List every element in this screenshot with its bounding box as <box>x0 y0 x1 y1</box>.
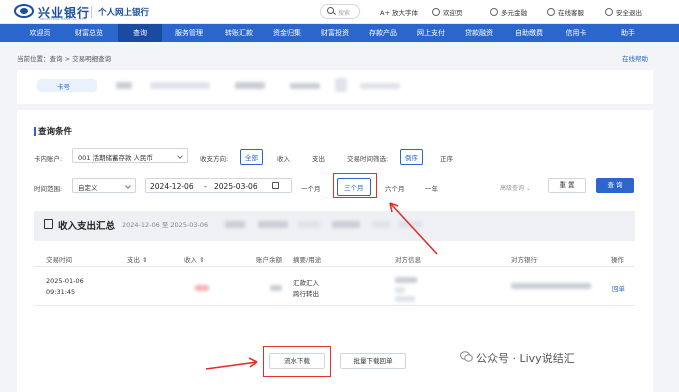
annotation-arrows <box>205 202 438 370</box>
wechat-icon <box>460 351 473 362</box>
watermark-text: 公众号 · Livy说结汇 <box>476 352 575 365</box>
